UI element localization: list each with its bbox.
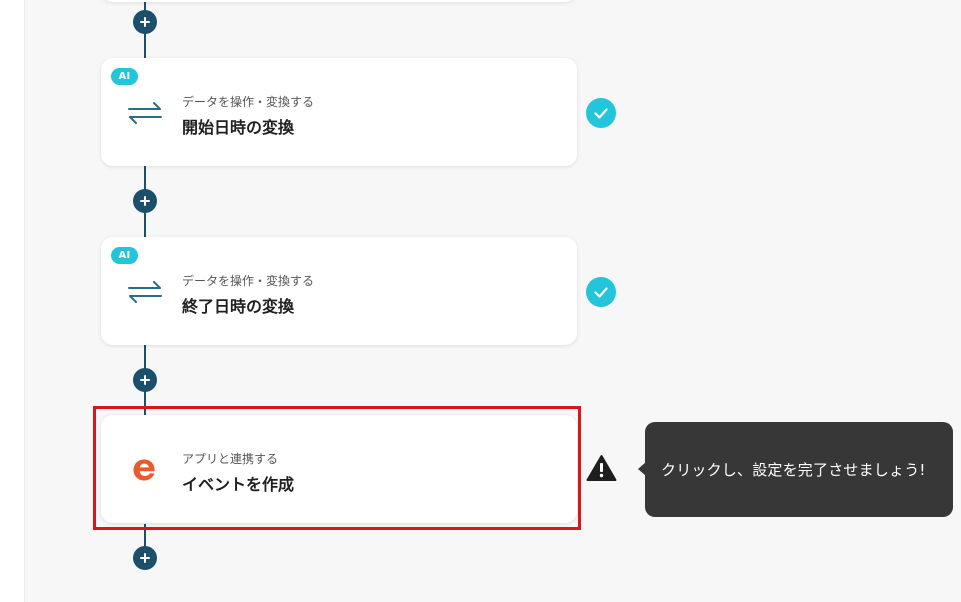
add-step-button[interactable] [133, 368, 157, 392]
ai-badge: AI [111, 247, 138, 264]
plus-icon [140, 375, 150, 385]
add-step-button[interactable] [133, 546, 157, 570]
check-icon [586, 277, 616, 307]
step-subtitle: データを操作・変換する [182, 274, 315, 288]
warning-icon [586, 455, 617, 481]
setup-hint-tooltip: クリックし、設定を完了させましょう! [638, 422, 953, 517]
step-card-end-datetime[interactable]: AI データを操作・変換する 終了日時の変換 [101, 237, 577, 345]
check-icon [586, 98, 616, 128]
previous-step-card[interactable] [101, 0, 577, 2]
add-step-button[interactable] [133, 189, 157, 213]
plus-icon [140, 553, 150, 563]
step-card-start-datetime[interactable]: AI データを操作・変換する 開始日時の変換 [101, 58, 577, 166]
ai-badge: AI [111, 68, 138, 85]
plus-icon [140, 17, 150, 27]
add-step-button[interactable] [133, 10, 157, 34]
highlight-frame [93, 406, 581, 530]
tooltip-text: クリックし、設定を完了させましょう! [661, 461, 926, 479]
swap-arrows-icon [127, 98, 163, 128]
swap-arrows-icon [127, 277, 163, 307]
step-subtitle: データを操作・変換する [182, 95, 315, 109]
plus-icon [140, 196, 150, 206]
flow-canvas: AI データを操作・変換する 開始日時の変換 AI データを操作・変換する 終了… [24, 0, 961, 602]
step-title: 開始日時の変換 [182, 118, 295, 137]
step-title: 終了日時の変換 [182, 297, 295, 316]
